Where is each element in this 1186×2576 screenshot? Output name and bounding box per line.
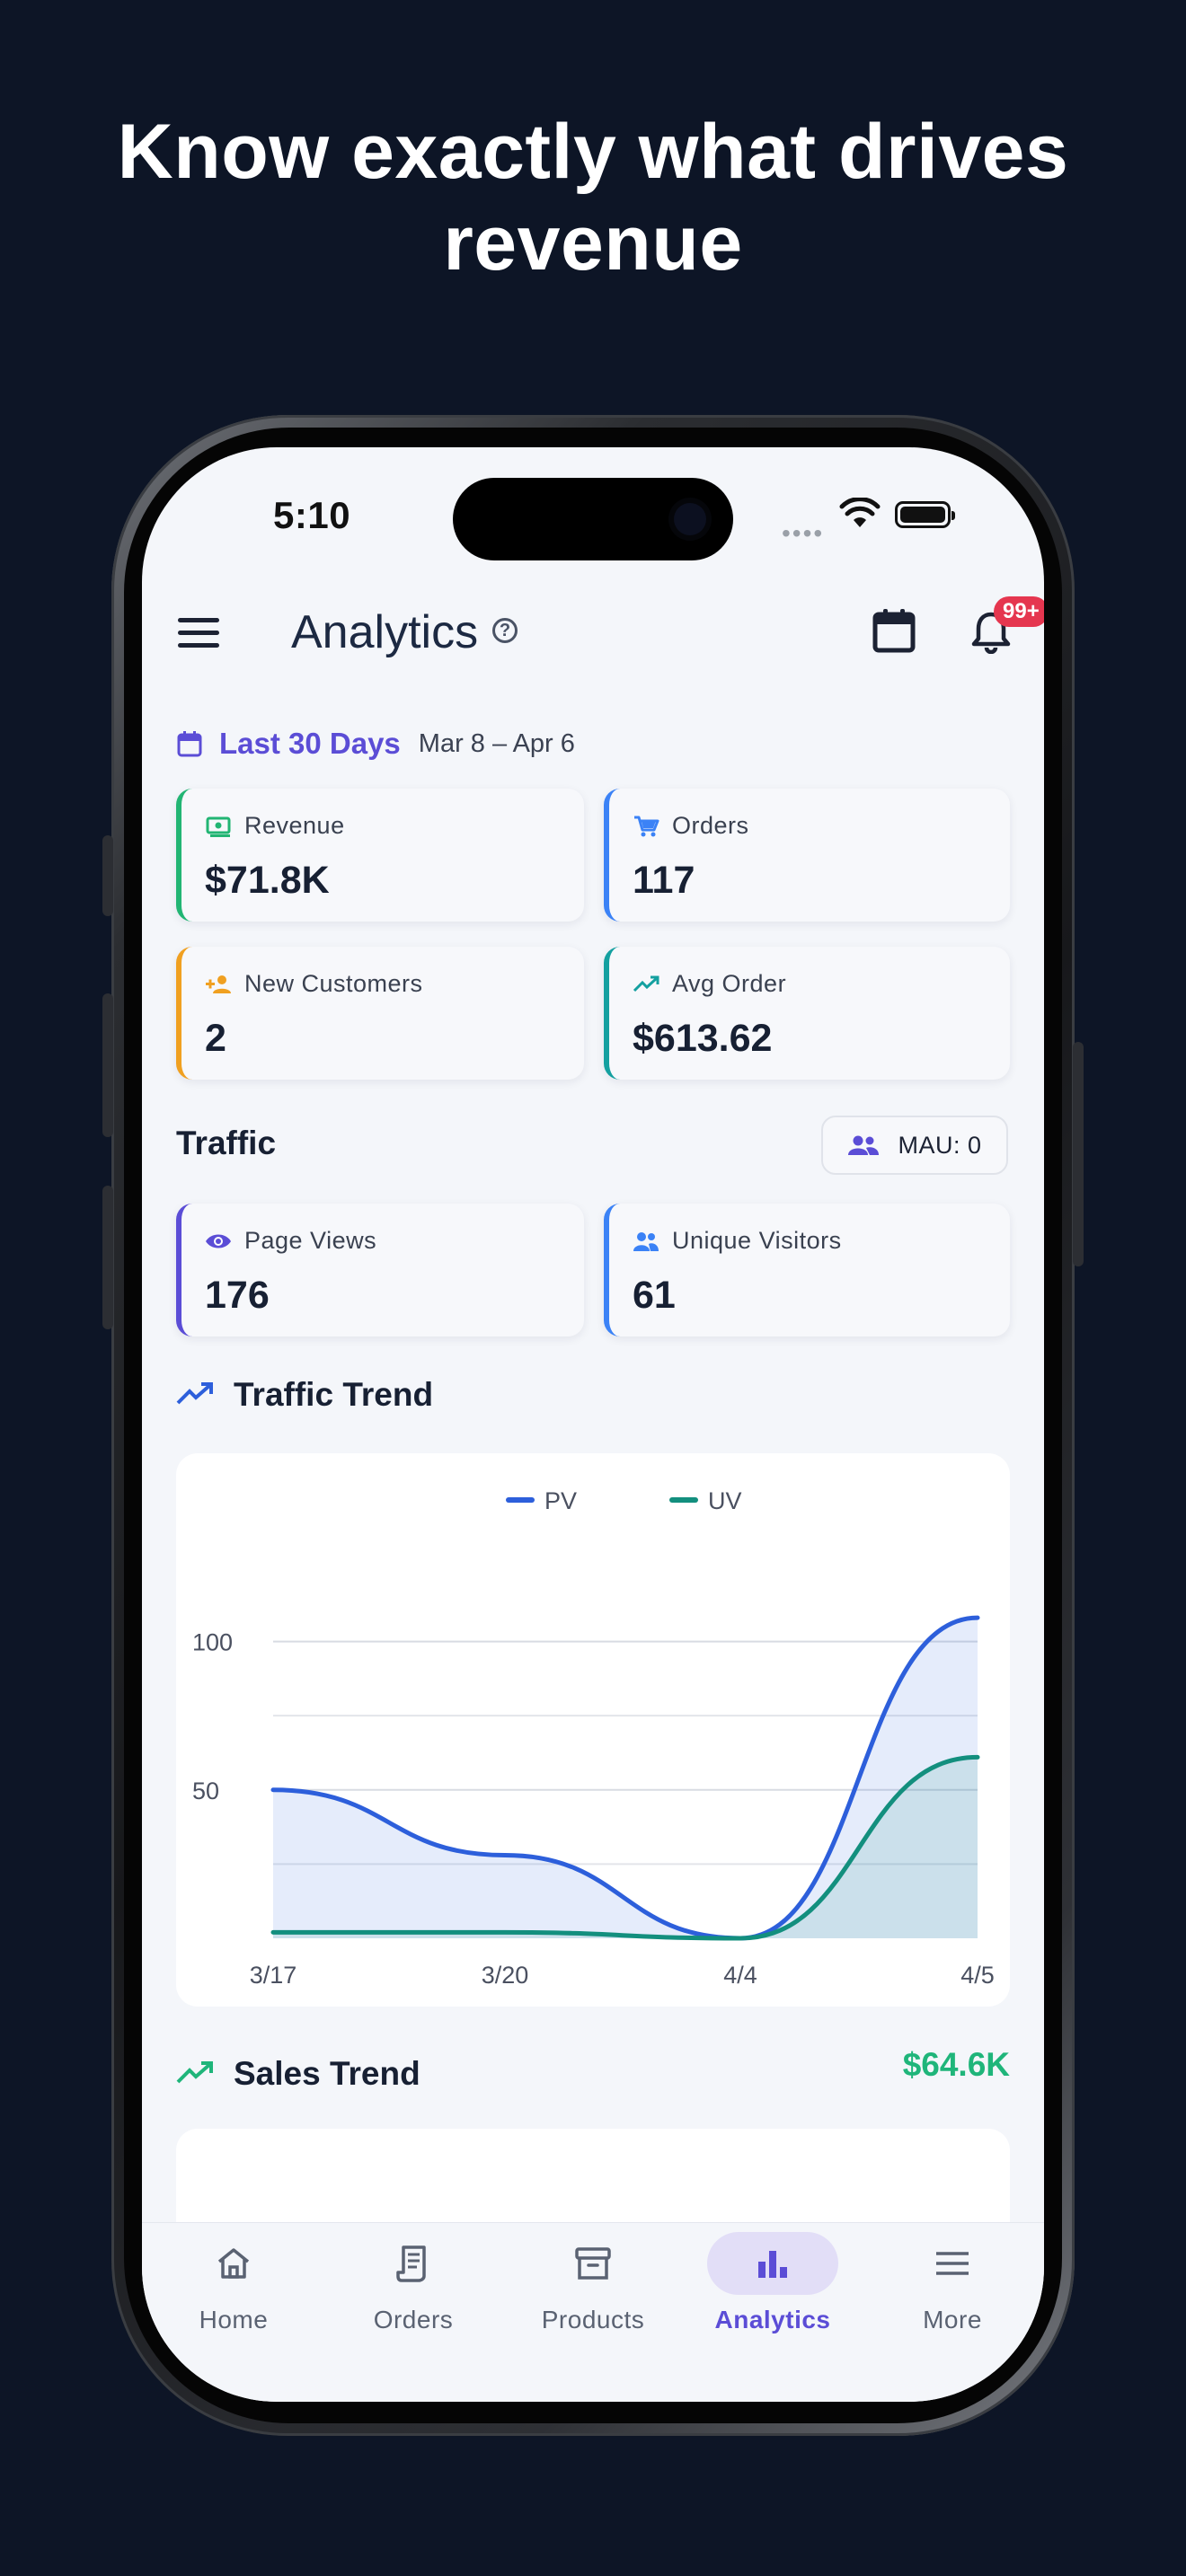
- headline: Know exactly what drives revenue: [117, 109, 1069, 287]
- archive-icon: [575, 2247, 611, 2280]
- mau-value: MAU: 0: [898, 1131, 982, 1159]
- sales-chart: [176, 2129, 1010, 2236]
- stat-label: Orders: [672, 812, 749, 839]
- stat-card-unique-visitors[interactable]: Unique Visitors 61: [604, 1204, 1010, 1337]
- notification-badge: 99+: [994, 596, 1044, 627]
- nav-label: Analytics: [714, 2306, 831, 2333]
- stat-label: Revenue: [244, 812, 345, 839]
- traffic-chart: 50 100 3/17 3/20 4/4 4/5 PV UV: [176, 1453, 1010, 2007]
- receipt-icon: [396, 2245, 426, 2282]
- menu-icon: [936, 2252, 969, 2275]
- traffic-title: Traffic: [176, 1125, 277, 1161]
- mau-chip[interactable]: MAU: 0: [821, 1116, 1008, 1175]
- stat-card-avg-order[interactable]: Avg Order $613.62: [604, 947, 1010, 1080]
- stat-label: Avg Order: [672, 970, 787, 997]
- y-tick-label: 100: [192, 1629, 233, 1656]
- stat-card-revenue[interactable]: Revenue $71.8K: [176, 789, 584, 922]
- status-time: 5:10: [273, 494, 351, 536]
- stat-value: 2: [205, 1017, 226, 1060]
- wifi-icon: [839, 498, 881, 527]
- nav-more[interactable]: More: [863, 2223, 1042, 2349]
- phone-screen: 5:10 •••• Analytics ? 99+ Last 30 Days M…: [142, 447, 1044, 2402]
- legend-label: UV: [708, 1487, 742, 1514]
- date-filter-label: Last 30 Days: [219, 727, 401, 760]
- camera-icon: [674, 503, 706, 535]
- x-tick-label: 4/5: [960, 1962, 995, 1989]
- eye-icon: [206, 1234, 231, 1248]
- stat-value: 117: [633, 859, 695, 902]
- home-icon: [217, 2248, 250, 2279]
- stat-label: Unique Visitors: [672, 1227, 842, 1254]
- sales-trend-title: Sales Trend: [234, 2055, 420, 2092]
- action-button: [102, 835, 113, 916]
- x-tick-label: 3/20: [482, 1962, 529, 1989]
- money-icon: [206, 816, 231, 837]
- stat-label: Page Views: [244, 1227, 377, 1254]
- x-tick-label: 3/17: [250, 1962, 297, 1989]
- bottom-nav: Home Orders Products Analytics More: [142, 2222, 1044, 2402]
- page-title: Analytics: [291, 606, 479, 658]
- bar-chart-icon: [758, 2251, 787, 2278]
- person-add-icon: [206, 975, 231, 993]
- stat-value: 61: [633, 1274, 676, 1317]
- traffic-trend-title: Traffic Trend: [234, 1376, 434, 1413]
- stat-value: $71.8K: [205, 859, 330, 902]
- calendar-icon[interactable]: [872, 607, 916, 654]
- x-tick-label: 4/4: [723, 1962, 757, 1989]
- nav-label: Products: [541, 2306, 645, 2333]
- legend-label: PV: [544, 1487, 577, 1514]
- volume-down-button: [102, 1186, 113, 1329]
- nav-home[interactable]: Home: [144, 2223, 323, 2349]
- stat-card-new-customers[interactable]: New Customers 2: [176, 947, 584, 1080]
- date-filter[interactable]: Last 30 Days Mar 8 – Apr 6: [176, 726, 575, 762]
- traffic-chart-svg: 50 100 3/17 3/20 4/4 4/5 PV UV: [192, 1487, 995, 1989]
- group-icon: [633, 1231, 659, 1251]
- stat-value: $613.62: [633, 1017, 773, 1060]
- nav-products[interactable]: Products: [503, 2223, 683, 2349]
- power-button: [1073, 1042, 1084, 1266]
- trending-up-icon: [176, 1382, 213, 1405]
- volume-up-button: [102, 993, 113, 1137]
- date-calendar-icon: [177, 731, 202, 757]
- nav-analytics[interactable]: Analytics: [683, 2223, 863, 2349]
- trending-up-icon: [176, 2061, 213, 2084]
- nav-label: More: [923, 2306, 982, 2333]
- nav-label: Home: [199, 2306, 269, 2333]
- nav-orders[interactable]: Orders: [323, 2223, 503, 2349]
- nav-label: Orders: [373, 2306, 454, 2333]
- group-icon: [848, 1135, 880, 1155]
- stat-value: 176: [205, 1274, 270, 1317]
- y-tick-label: 50: [192, 1778, 219, 1804]
- help-icon[interactable]: ?: [492, 618, 518, 643]
- sales-trend-total: $64.6K: [902, 2046, 1010, 2083]
- trending-up-icon: [633, 975, 659, 992]
- date-filter-range: Mar 8 – Apr 6: [418, 728, 575, 758]
- stat-card-orders[interactable]: Orders 117: [604, 789, 1010, 922]
- cart-icon: [634, 816, 659, 836]
- stat-label: New Customers: [244, 970, 423, 997]
- dynamic-island: [453, 478, 733, 560]
- signal-icon: ••••: [782, 519, 825, 547]
- menu-icon[interactable]: [178, 618, 219, 648]
- battery-icon: [895, 501, 955, 528]
- stat-card-page-views[interactable]: Page Views 176: [176, 1204, 584, 1337]
